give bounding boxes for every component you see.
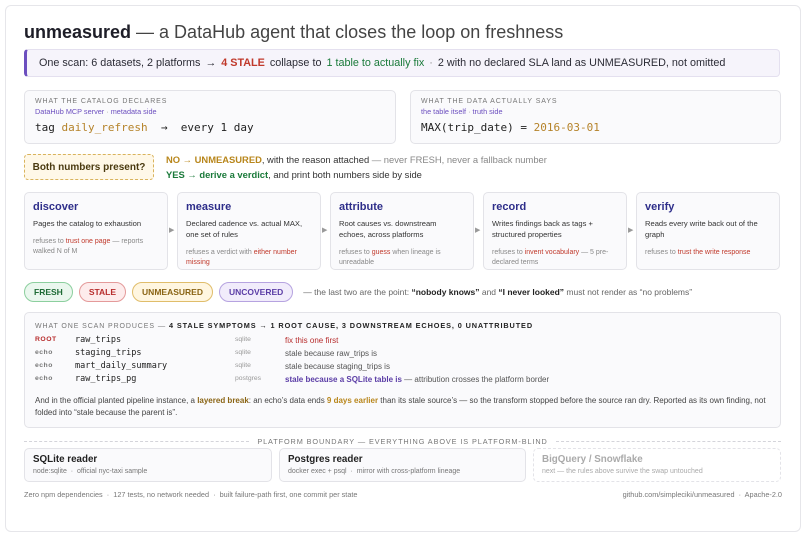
dataset-name: staging_trips [75,348,142,358]
reader-desc: node:sqlite · official nyc-taxi sample [33,468,148,475]
verdict-fresh: FRESH [24,282,73,302]
step-desc: Reads every write back out of the graph [645,219,758,239]
platform-boundary: Platform boundary — everything above is … [24,436,782,446]
step-arrow-icon: ▶ [628,227,634,234]
platform-name: postgres [235,375,262,382]
step-name: attribute [339,201,383,213]
scan-message: stale because a SQLite table is — attrib… [285,375,550,384]
declares-source: DataHub MCP server · metadata side [35,107,157,116]
dataset-name: mart_daily_summary [75,361,168,371]
says-heading: What the data actually says [421,98,558,105]
step-name: discover [33,201,79,213]
scan-kind: echo [35,349,53,356]
step-name: record [492,201,527,213]
declares-tag: tag daily_refresh → every 1 day [35,121,254,134]
step-name: verify [645,201,675,213]
fix-count: 1 table to actually fix [326,57,425,69]
layered-break-note: And in the official planted pipeline ins… [35,396,766,417]
reader-name: SQLite reader [33,454,98,465]
data-says-card: What the data actually says the table it… [410,90,781,144]
step-measure: measure Declared cadence vs. actual MAX, … [177,192,321,270]
platform-name: sqlite [235,349,251,356]
verdict-note: — the last two are the point: “nobody kn… [303,287,693,297]
both-numbers-question: Both numbers present? [24,154,154,180]
reader-name: Postgres reader [288,454,363,465]
reader-desc: docker exec + psql · mirror with cross-p… [288,468,461,475]
scan-kind: ROOT [35,336,57,343]
reader-2: BigQuery / Snowflake next — the rules abo… [533,448,781,482]
step-arrow-icon: ▶ [322,227,328,234]
reader-name: BigQuery / Snowflake [542,454,643,465]
step-arrow-icon: ▶ [475,227,481,234]
step-arrow-icon: ▶ [169,227,175,234]
scan-message: stale because raw_trips is [285,349,378,358]
stale-count: 4 STALE [221,57,265,69]
step-refuses: refuses a verdict with either number mis… [186,249,297,267]
step-record: record Writes findings back as tags + str… [483,192,627,270]
scan-kind: echo [35,375,53,382]
step-desc: Pages the catalog to exhaustion [33,219,142,228]
catalog-declares-card: What the catalog declares DataHub MCP se… [24,90,396,144]
page-title: unmeasured — a DataHub agent that closes… [24,22,564,42]
scan-results-card: What one scan produces — 4 STALE SYMPTOM… [24,312,781,428]
scan-message: stale because staging_trips is [285,362,390,371]
dataset-name: raw_trips [75,335,122,345]
footer-meta: Zero npm dependencies · 127 tests, no ne… [24,490,358,499]
verdict-stale: STALE [78,282,127,302]
scan-kind: echo [35,362,53,369]
reader-desc: next — the rules above survive the swap … [542,468,703,475]
step-discover: discover Pages the catalog to exhaustion r… [24,192,168,270]
step-desc: Root causes vs. downstream echoes, acros… [339,219,437,239]
footer-repo: github.com/simpleciki/unmeasured · Apach… [622,490,782,499]
declares-heading: What the catalog declares [35,98,168,105]
platform-name: sqlite [235,336,251,343]
scan-heading: What one scan produces — 4 STALE SYMPTOM… [35,321,533,330]
summary-banner: One scan: 6 datasets, 2 platforms → 4 ST… [24,49,780,77]
says-max: MAX(trip_date) = 2016-03-01 [421,121,600,134]
reader-1: Postgres reader docker exec + psql · mirr… [279,448,526,482]
step-desc: Declared cadence vs. actual MAX, one set… [186,219,303,239]
platform-name: sqlite [235,362,251,369]
step-refuses: refuses to invent vocabulary — 5 pre-dec… [492,249,609,267]
reader-0: SQLite reader node:sqlite · official nyc-… [24,448,272,482]
step-refuses: refuses to trust the write response [645,249,751,256]
verdict-unmeasured: UNMEASURED [132,282,213,302]
verdict-legend: FRESH STALE UNMEASURED UNCOVERED — the l… [24,282,692,302]
step-desc: Writes findings back as tags + structure… [492,219,593,239]
says-source: the table itself · truth side [421,107,503,116]
scan-message: fix this one first [285,336,339,345]
step-refuses: refuses to guess when lineage is unreada… [339,249,441,267]
step-attribute: attribute Root causes vs. downstream echo… [330,192,474,270]
verdict-uncovered: UNCOVERED [218,282,294,302]
step-verify: verify Reads every write back out of the … [636,192,780,270]
step-refuses: refuses to trust one page — reports walk… [33,238,144,256]
answer-yes: YES → derive a verdict, and print both n… [166,169,422,180]
dataset-name: raw_trips_pg [75,374,137,384]
repo-link[interactable]: github.com/simpleciki/unmeasured [623,490,735,499]
step-name: measure [186,201,232,213]
answer-no: NO → UNMEASURED, with the reason attache… [166,154,547,165]
